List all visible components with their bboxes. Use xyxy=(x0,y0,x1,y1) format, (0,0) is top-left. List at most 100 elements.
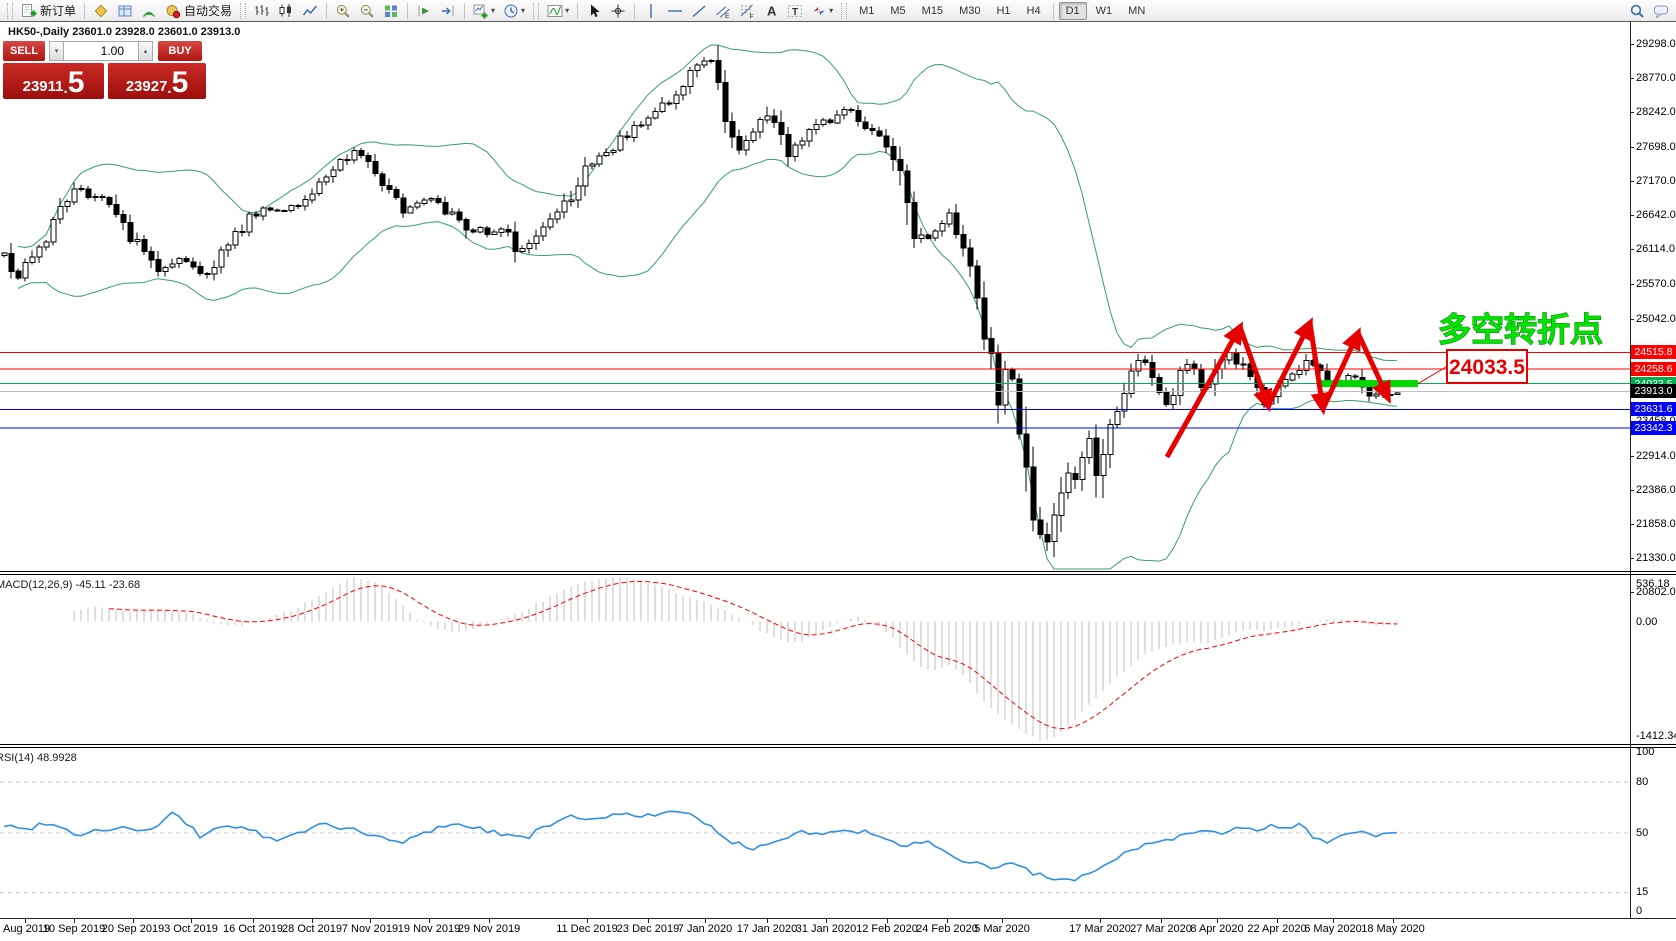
volume-decrease-button[interactable]: ▾ xyxy=(49,41,64,61)
time-axis-label: 18 May 2020 xyxy=(1361,923,1425,935)
new-order-button[interactable]: 新订单 xyxy=(18,0,79,21)
time-axis-label: 10 Sep 2019 xyxy=(43,923,105,935)
toolbar-separator xyxy=(464,3,465,19)
chart-window[interactable]: HK50-,Daily 23601.0 23928.0 23601.0 2391… xyxy=(0,22,1676,941)
chart-ohlc-title: HK50-,Daily 23601.0 23928.0 23601.0 2391… xyxy=(8,26,240,38)
sell-price[interactable]: 23911.5 xyxy=(3,63,104,99)
macd-panel[interactable] xyxy=(0,575,1630,744)
price-axis-label: 29298.0 xyxy=(1636,38,1676,50)
equidistant-channel-button[interactable]: E xyxy=(712,0,734,21)
timeframe-h4-button[interactable]: H4 xyxy=(1020,2,1048,20)
tile-windows-icon xyxy=(383,3,399,19)
timeframe-h1-button[interactable]: H1 xyxy=(989,2,1017,20)
toolbar-separator xyxy=(407,3,408,19)
macd-axis-label: 0.00 xyxy=(1636,616,1657,628)
rsi-axis-label: 100 xyxy=(1636,746,1654,758)
price-axis-label: 28770.0 xyxy=(1636,72,1676,84)
timeframe-m1-button[interactable]: M1 xyxy=(852,2,881,20)
text-button[interactable]: A xyxy=(760,0,782,21)
dropdown-caret-icon: ▾ xyxy=(829,6,833,15)
axis-tick xyxy=(1630,284,1634,285)
trend-arrow[interactable] xyxy=(1240,327,1268,406)
time-axis-label: 28 Oct 2019 xyxy=(282,923,342,935)
periods-button[interactable]: ▾ xyxy=(500,0,528,21)
tile-windows-button[interactable] xyxy=(380,0,402,21)
volume-input[interactable] xyxy=(64,41,138,61)
metaeditor-button[interactable] xyxy=(90,0,112,21)
auto-scroll-button[interactable] xyxy=(413,0,435,21)
autotrading-icon xyxy=(165,3,181,19)
bollinger-lower-band xyxy=(18,151,1397,569)
svg-text:T: T xyxy=(792,7,798,18)
rsi-line xyxy=(4,811,1397,880)
buy-price[interactable]: 23927.5 xyxy=(108,63,206,99)
candlestick-chart-button[interactable] xyxy=(275,0,297,21)
time-axis-label: 5 Mar 2020 xyxy=(974,923,1030,935)
vertical-line-button[interactable] xyxy=(640,0,662,21)
time-axis-label: 8 Apr 2020 xyxy=(1190,923,1243,935)
signals-button[interactable] xyxy=(138,0,160,21)
main-chart-panel[interactable]: 多空转折点24033.5 xyxy=(0,22,1630,571)
indicators-button[interactable]: ▾ xyxy=(544,0,572,21)
buy-price-pips: 5 xyxy=(172,69,189,97)
time-axis-label: 3 Oct 2019 xyxy=(164,923,218,935)
timeframe-mn-button[interactable]: MN xyxy=(1121,2,1152,20)
horizontal-line-button[interactable] xyxy=(664,0,686,21)
timeframe-m5-button[interactable]: M5 xyxy=(883,2,912,20)
svg-text:A: A xyxy=(767,3,777,18)
search-icon xyxy=(1629,3,1645,19)
time-axis-label: 24 Feb 2020 xyxy=(916,923,978,935)
chart-shift-button[interactable] xyxy=(437,0,459,21)
fibonacci-button[interactable]: F xyxy=(736,0,758,21)
macd-axis-label: 536.18 xyxy=(1636,578,1670,590)
market-watch-button[interactable] xyxy=(114,0,136,21)
timeframe-d1-button[interactable]: D1 xyxy=(1059,2,1087,20)
new-chart-button[interactable]: ▾ xyxy=(470,0,498,21)
price-axis-line xyxy=(1630,22,1631,918)
metaeditor-icon xyxy=(93,3,109,19)
sell-button[interactable]: SELL xyxy=(3,41,45,61)
timeframe-m30-button[interactable]: M30 xyxy=(952,2,987,20)
toolbar-separator xyxy=(1053,3,1054,19)
time-axis-label: 27 Mar 2020 xyxy=(1130,923,1192,935)
zoom-out-button[interactable] xyxy=(356,0,378,21)
text-label-button[interactable]: T xyxy=(784,0,806,21)
rsi-axis-label: 15 xyxy=(1636,886,1648,898)
time-axis-label: 22 Apr 2020 xyxy=(1247,923,1306,935)
crosshair-button[interactable] xyxy=(607,0,629,21)
price-tag: 24258.6 xyxy=(1631,362,1676,376)
rsi-panel[interactable] xyxy=(0,748,1630,918)
axis-tick xyxy=(1630,147,1634,148)
buy-price-value: 23927 xyxy=(126,77,168,97)
line-chart-button[interactable] xyxy=(299,0,321,21)
rsi-axis-label: 80 xyxy=(1636,776,1648,788)
buy-button[interactable]: BUY xyxy=(158,41,202,61)
axis-tick xyxy=(1630,249,1634,250)
time-axis-label: 7 Jan 2020 xyxy=(678,923,732,935)
volume-increase-button[interactable]: ▴ xyxy=(138,41,153,61)
dropdown-caret-icon: ▾ xyxy=(565,6,569,15)
bar-chart-icon xyxy=(254,3,270,19)
chat-icon xyxy=(1653,3,1669,19)
zoom-in-button[interactable] xyxy=(332,0,354,21)
trendline-button[interactable] xyxy=(688,0,710,21)
price-axis-label: 21330.0 xyxy=(1636,552,1676,564)
time-axis-label: 29 Nov 2019 xyxy=(458,923,520,935)
timeframe-m15-button[interactable]: M15 xyxy=(915,2,950,20)
autotrading-button[interactable]: 自动交易 xyxy=(162,0,235,21)
dropdown-caret-icon: ▾ xyxy=(491,6,495,15)
timeframe-w1-button[interactable]: W1 xyxy=(1089,2,1120,20)
one-click-trading-panel: SELL ▾ ▴ BUY 23911.5 23927.5 xyxy=(3,41,206,99)
turning-point-annotation[interactable]: 多空转折点 xyxy=(1438,311,1603,348)
time-axis-label: 7 Nov 2019 xyxy=(342,923,398,935)
bar-chart-button[interactable] xyxy=(251,0,273,21)
trendline-icon xyxy=(691,3,707,19)
chat-button[interactable] xyxy=(1650,0,1672,21)
time-axis-label: 23 Dec 2019 xyxy=(617,923,679,935)
search-button[interactable] xyxy=(1626,0,1648,21)
macd-axis-label: -1412.34 xyxy=(1636,730,1676,742)
time-axis-label: 20 Sep 2019 xyxy=(102,923,164,935)
macd-indicator-label: MACD(12,26,9) -45.11 -23.68 xyxy=(0,579,140,591)
arrows-button[interactable]: ▾ xyxy=(808,0,836,21)
cursor-button[interactable] xyxy=(583,0,605,21)
